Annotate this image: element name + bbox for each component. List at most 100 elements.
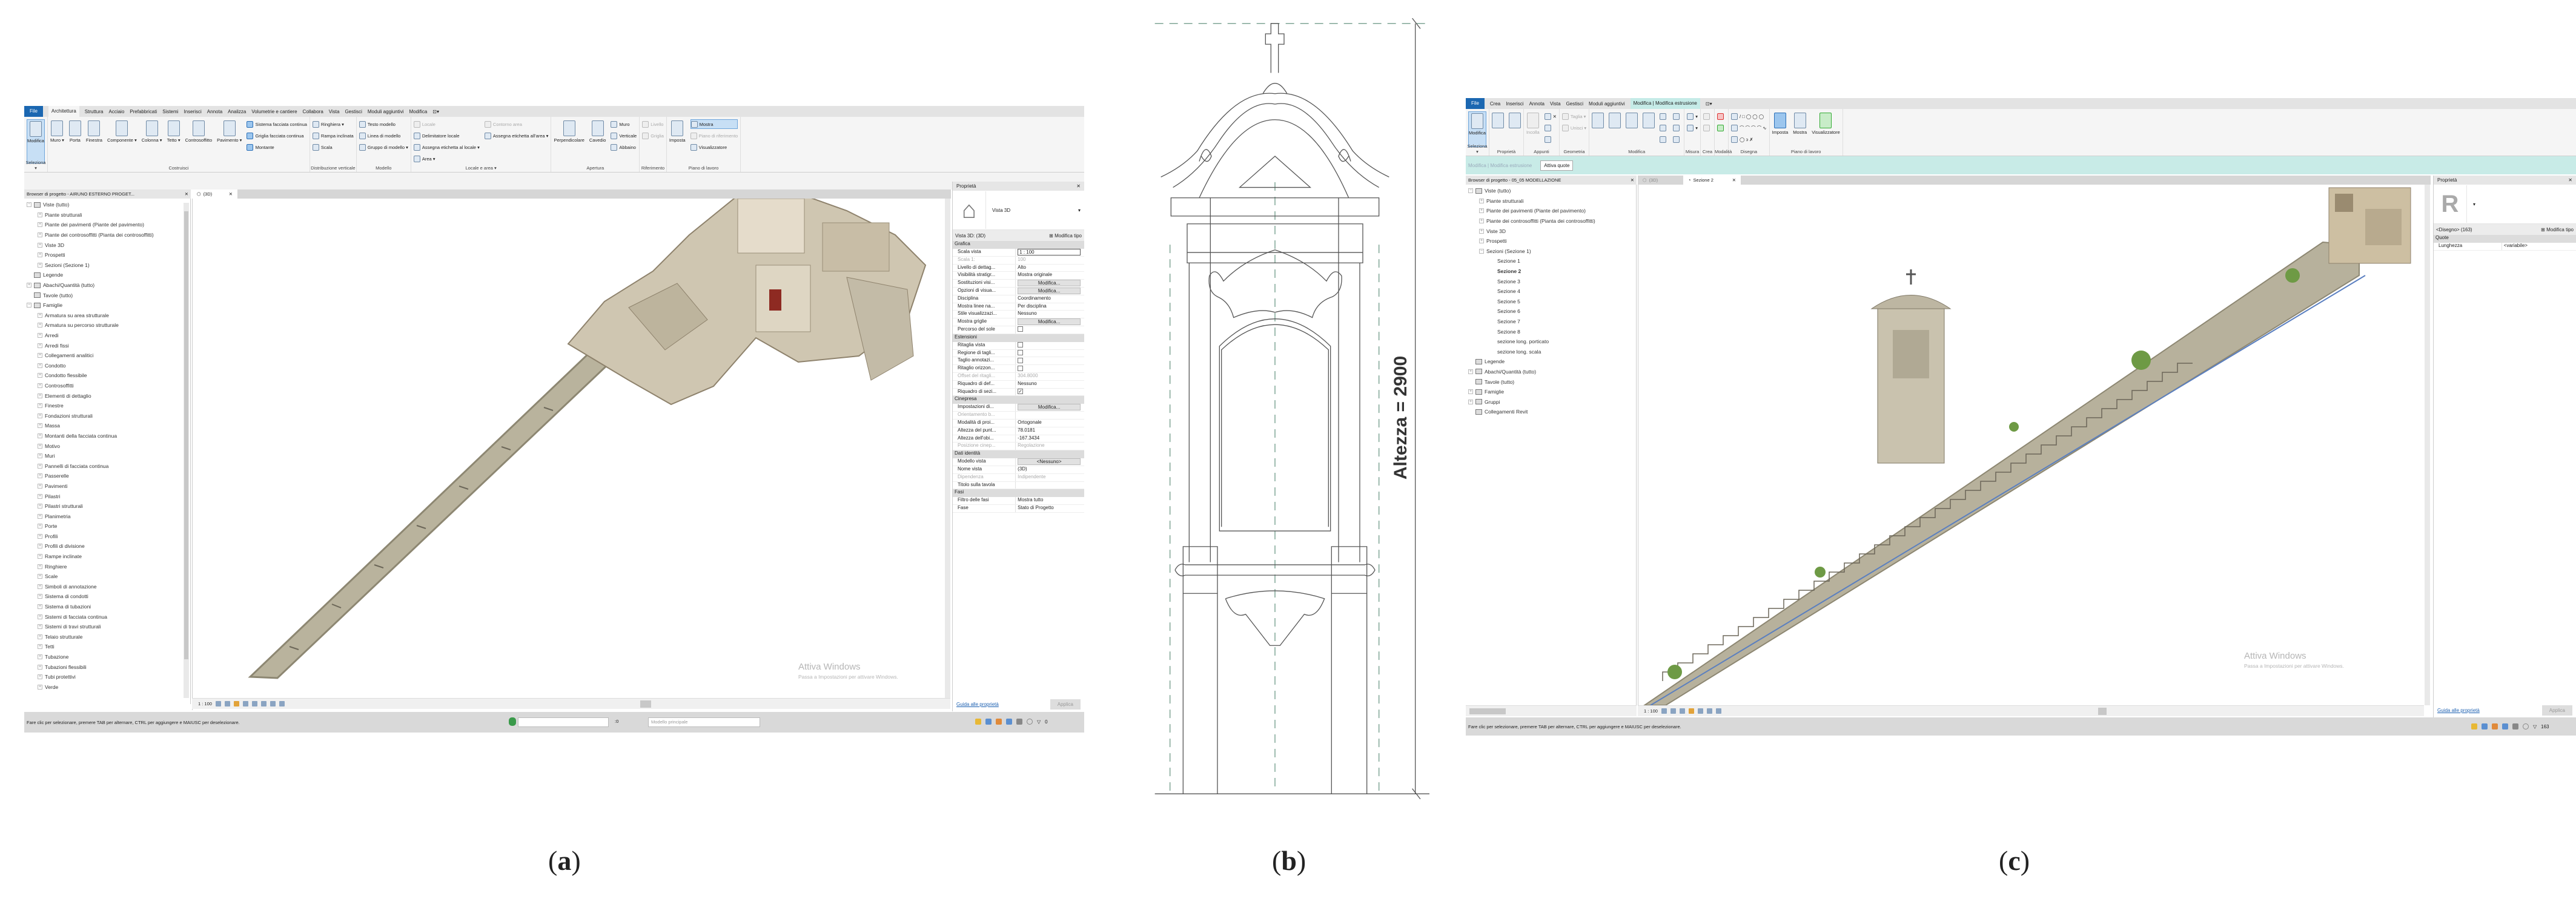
tree-item[interactable]: +Sistema di condotti (27, 591, 182, 602)
properties-help-link[interactable]: Guida alle proprietà (956, 702, 999, 707)
property-value[interactable]: -167.3434 (1016, 435, 1084, 443)
property-input[interactable]: 1 : 100 (1018, 249, 1081, 255)
select-links-icon[interactable] (2471, 723, 2477, 729)
lock-view-icon[interactable] (1716, 708, 1721, 714)
ribbon-button-abbaino[interactable]: Abbaino (611, 142, 637, 152)
expand-icon[interactable]: + (38, 494, 42, 499)
tree-item[interactable]: +Condotto flessibile (27, 370, 182, 381)
tab-collabora[interactable]: Collabora (303, 109, 323, 114)
ribbon-button-porta[interactable]: Porta (69, 119, 81, 163)
tab-struttura[interactable]: Struttura (85, 109, 104, 114)
tree-item[interactable]: +Profili di divisione (27, 541, 182, 552)
drag-elements-icon[interactable] (2512, 723, 2518, 729)
property-value[interactable]: Modifica... (1016, 318, 1084, 326)
view-scale[interactable]: 1 : 100 (198, 701, 212, 706)
tree-item[interactable]: +Controsoffitti (27, 381, 182, 391)
activate-dimensions-button[interactable]: Attiva quote (1540, 160, 1573, 171)
tab-3d-view[interactable]: ⬡(3D) (1638, 176, 1683, 185)
shadows-icon[interactable] (1689, 708, 1694, 714)
select-links-icon[interactable] (975, 719, 981, 725)
expand-icon[interactable]: + (38, 644, 42, 649)
crop-icon[interactable] (261, 701, 267, 706)
property-value[interactable]: Modifica... (1016, 404, 1084, 411)
3d-viewport[interactable]: Attiva WindowsPassa a Impostazioni per a… (192, 199, 950, 710)
expand-icon[interactable]: + (1479, 208, 1484, 213)
ribbon-button-montante[interactable]: Montante (247, 142, 306, 152)
lock-view-icon[interactable] (279, 701, 285, 706)
expand-icon[interactable]: + (38, 243, 42, 248)
ribbon-button-unisci[interactable]: Unisci ▾ (1562, 123, 1586, 133)
tree-item[interactable]: +Tubazione (27, 652, 182, 662)
ribbon-button-assegna-etichetta-al-locale[interactable]: Assegna etichetta al locale ▾ (414, 142, 480, 152)
property-value[interactable]: Nessuno (1016, 311, 1084, 318)
close-icon[interactable]: ✕ (2568, 177, 2572, 183)
ribbon-button-pavimento[interactable]: Pavimento ▾ (217, 119, 242, 163)
ribbon-button-area[interactable]: Area ▾ (414, 154, 480, 163)
tree-item[interactable]: +Pannelli di facciata continua (27, 461, 182, 471)
select-underlay-icon[interactable] (2482, 723, 2488, 729)
property-value[interactable] (1016, 357, 1084, 364)
property-edit-button[interactable]: Modifica... (1018, 280, 1081, 286)
tree-item[interactable]: sezione long. scala (1468, 347, 1634, 357)
drag-elements-icon[interactable] (1016, 719, 1022, 725)
ribbon-button-item[interactable] (1609, 111, 1621, 147)
filter-icon[interactable]: ▽ (2533, 724, 2537, 729)
ribbon-button-finestra[interactable]: Finestra (86, 119, 102, 163)
tree-item[interactable]: +Prospetti (1468, 236, 1634, 246)
property-value[interactable] (1016, 350, 1084, 357)
ribbon-button-componente[interactable]: Componente ▾ (107, 119, 137, 163)
expand-icon[interactable]: + (38, 464, 42, 469)
tree-item[interactable]: +Sistema di tubazioni (27, 602, 182, 612)
tree-item[interactable]: +Rampe inclinate (27, 552, 182, 562)
close-icon[interactable]: ✕ (1076, 183, 1081, 189)
expand-icon[interactable]: + (38, 574, 42, 579)
property-value[interactable]: ✓ (1016, 389, 1084, 396)
visual-style-icon[interactable] (225, 701, 230, 706)
tab-annota[interactable]: Annota (207, 109, 222, 114)
ribbon-button-ringhiera[interactable]: Ringhiera ▾ (313, 119, 354, 129)
tree-item[interactable]: +Sezioni (Sezione 1) (27, 260, 182, 271)
property-value[interactable]: Mostra tutto (1016, 497, 1084, 504)
checkbox[interactable] (1018, 350, 1023, 355)
expand-icon[interactable]: + (38, 554, 42, 559)
tree-item[interactable]: +Pilastri (27, 491, 182, 501)
expand-icon[interactable]: + (38, 594, 42, 599)
property-section-grafica[interactable]: Grafica (953, 241, 1084, 249)
expand-icon[interactable]: + (38, 373, 42, 378)
chevron-down-icon[interactable]: ▾ (1078, 208, 1081, 213)
tree-item[interactable]: +Viste 3D (1468, 226, 1634, 236)
tree-item[interactable]: Sezione 6 (1468, 306, 1634, 317)
tree-item[interactable]: +Piante strutturali (27, 210, 182, 220)
close-icon[interactable]: ✕ (1732, 177, 1736, 183)
property-section-quote[interactable]: Quote (2434, 235, 2576, 243)
tree-item[interactable]: +Tubi protettivi (27, 672, 182, 682)
horizontal-scrollbar-thumb[interactable] (640, 700, 651, 708)
ribbon-button-cavedio[interactable]: Cavedio (589, 119, 606, 163)
browser-scrollbar[interactable] (184, 203, 189, 698)
expand-icon[interactable]: + (38, 413, 42, 418)
tree-item[interactable]: +Scale (27, 571, 182, 582)
ribbon-button-item[interactable] (1717, 111, 1726, 121)
tree-item[interactable]: −Viste (tutto) (1468, 186, 1634, 196)
expand-icon[interactable]: + (1479, 219, 1484, 223)
tree-item[interactable]: +Armatura su percorso strutturale (27, 320, 182, 331)
expand-icon[interactable]: + (38, 232, 42, 237)
tree-item[interactable]: +Sistemi di travi strutturali (27, 622, 182, 632)
tab-section-2[interactable]: ◔Sezione 2✕ (1683, 176, 1741, 185)
expand-icon[interactable]: + (38, 263, 42, 268)
expand-icon[interactable]: + (38, 544, 42, 548)
tree-item[interactable]: +Armatura su area strutturale (27, 311, 182, 321)
expand-icon[interactable]: + (38, 252, 42, 257)
property-section-fasi[interactable]: Fasi (953, 489, 1084, 497)
property-value[interactable]: (3D) (1016, 466, 1084, 473)
ribbon-button-piano-di-riferimento[interactable]: Piano di riferimento (690, 131, 738, 140)
detail-level-icon[interactable] (1661, 708, 1667, 714)
expand-icon[interactable]: + (38, 654, 42, 659)
tab-item[interactable]: ⊡▾ (432, 109, 439, 114)
tree-item[interactable]: +Abachi/Quantità (tutto) (1468, 367, 1634, 377)
property-value[interactable] (1016, 482, 1084, 489)
tree-item[interactable]: +Porte (27, 521, 182, 532)
tree-item[interactable]: +Piante dei pavimenti (Piante del pavime… (27, 220, 182, 230)
checkbox[interactable] (1018, 342, 1023, 347)
expand-icon[interactable]: + (38, 333, 42, 338)
